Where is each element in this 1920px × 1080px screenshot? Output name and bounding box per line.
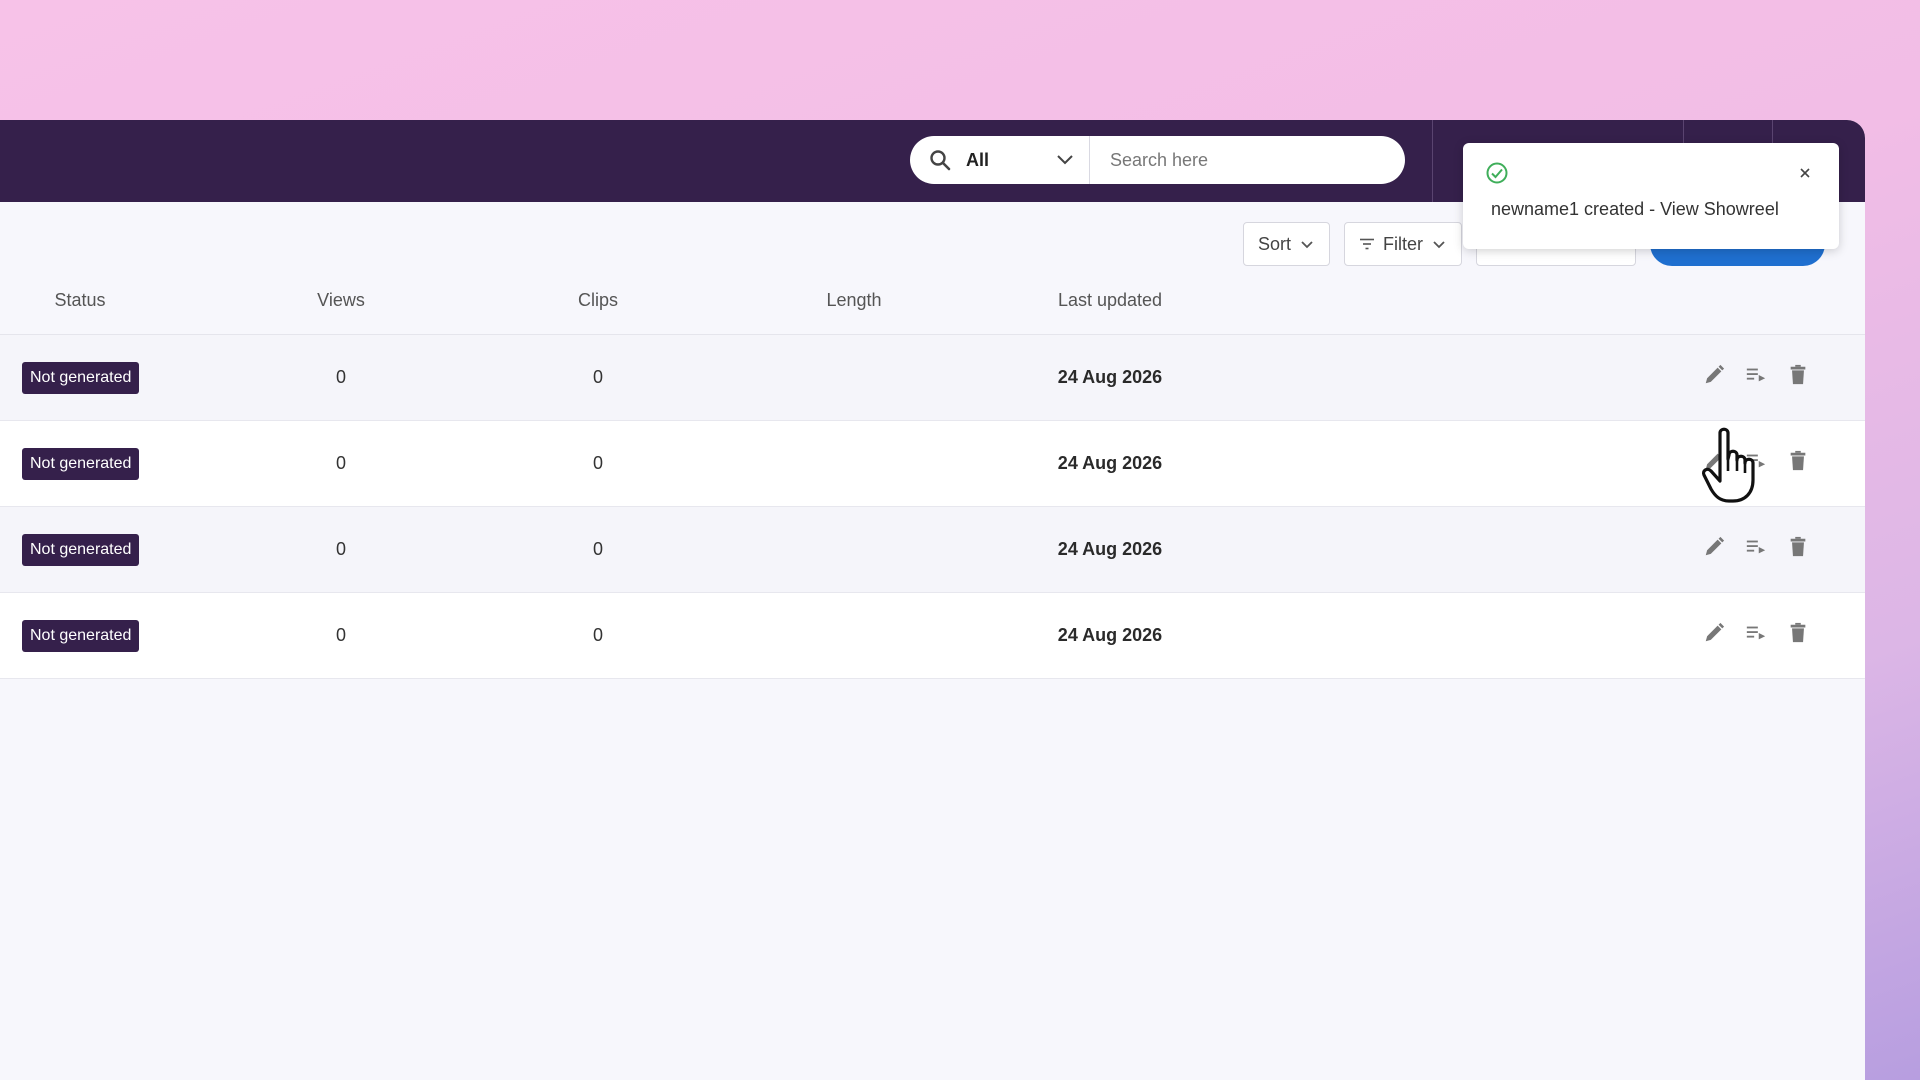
views-cell: 0 [335, 539, 347, 559]
delete-button[interactable] [1784, 533, 1812, 561]
table-row[interactable]: Not generated 0 0 24 Aug 2026 [0, 335, 1865, 421]
status-badge: Not generated [22, 534, 140, 566]
pencil-icon [1705, 364, 1725, 384]
table-header: Status Views Clips Length Last updated [0, 270, 1865, 335]
edit-button[interactable] [1700, 533, 1728, 561]
sort-label: Sort [1257, 233, 1291, 254]
search-bar: All [910, 136, 1405, 184]
search-icon [930, 150, 951, 171]
toast-message[interactable]: newname1 created - View Showreel [1491, 199, 1779, 220]
table-row[interactable]: Not generated 0 0 24 Aug 2026 [0, 421, 1865, 507]
trash-icon [1790, 450, 1806, 471]
pencil-icon [1705, 622, 1725, 642]
column-header-last-updated[interactable]: Last updated [1058, 290, 1162, 311]
filter-label: Filter [1383, 233, 1423, 254]
search-scope-value: All [966, 149, 990, 170]
table-row[interactable]: Not generated 0 0 24 Aug 2026 [0, 507, 1865, 593]
chevron-down-icon [1057, 155, 1073, 165]
status-badge: Not generated [22, 448, 140, 480]
row-actions [1700, 361, 1812, 389]
pencil-icon [1705, 536, 1725, 556]
edit-button[interactable] [1700, 619, 1728, 647]
trash-icon [1790, 622, 1806, 643]
sort-button[interactable]: Sort [1242, 222, 1330, 266]
column-header-views[interactable]: Views [317, 290, 365, 311]
showreel-table: Status Views Clips Length Last updated N… [0, 270, 1865, 679]
clips-cell: 0 [592, 367, 604, 387]
chevron-down-icon [1433, 241, 1445, 249]
column-header-status[interactable]: Status [54, 290, 105, 311]
views-cell: 0 [335, 367, 347, 387]
playlist-icon [1746, 368, 1766, 382]
column-header-length[interactable]: Length [826, 290, 881, 311]
delete-button[interactable] [1784, 447, 1812, 475]
row-actions [1700, 533, 1812, 561]
topbar-divider [1432, 120, 1433, 202]
table-row[interactable]: Not generated 0 0 24 Aug 2026 [0, 593, 1865, 679]
playlist-button[interactable] [1742, 533, 1770, 561]
playlist-icon [1746, 540, 1766, 554]
close-icon[interactable] [1797, 165, 1813, 181]
clips-cell: 0 [592, 453, 604, 473]
last-updated-cell: 24 Aug 2026 [1057, 625, 1163, 645]
chevron-down-icon [1301, 241, 1313, 249]
search-input[interactable] [1090, 136, 1405, 184]
playlist-icon [1746, 626, 1766, 640]
clips-cell: 0 [592, 539, 604, 559]
column-header-clips[interactable]: Clips [578, 290, 618, 311]
status-badge: Not generated [22, 620, 140, 652]
delete-button[interactable] [1784, 619, 1812, 647]
playlist-button[interactable] [1742, 361, 1770, 389]
clips-cell: 0 [592, 625, 604, 645]
status-badge: Not generated [22, 362, 140, 394]
last-updated-cell: 24 Aug 2026 [1057, 453, 1163, 473]
edit-button[interactable] [1700, 361, 1728, 389]
success-toast: newname1 created - View Showreel [1463, 143, 1839, 249]
last-updated-cell: 24 Aug 2026 [1057, 367, 1163, 387]
filter-button[interactable]: Filter [1344, 222, 1462, 266]
check-circle-icon [1486, 162, 1508, 184]
filter-icon [1360, 238, 1374, 250]
hand-cursor-icon [1701, 427, 1755, 503]
row-actions [1700, 619, 1812, 647]
last-updated-cell: 24 Aug 2026 [1057, 539, 1163, 559]
trash-icon [1790, 364, 1806, 385]
views-cell: 0 [335, 625, 347, 645]
app-window: All Sort Filter [0, 120, 1865, 1080]
playlist-button[interactable] [1742, 619, 1770, 647]
delete-button[interactable] [1784, 361, 1812, 389]
search-scope-select[interactable]: All [910, 136, 1090, 184]
views-cell: 0 [335, 453, 347, 473]
trash-icon [1790, 536, 1806, 557]
